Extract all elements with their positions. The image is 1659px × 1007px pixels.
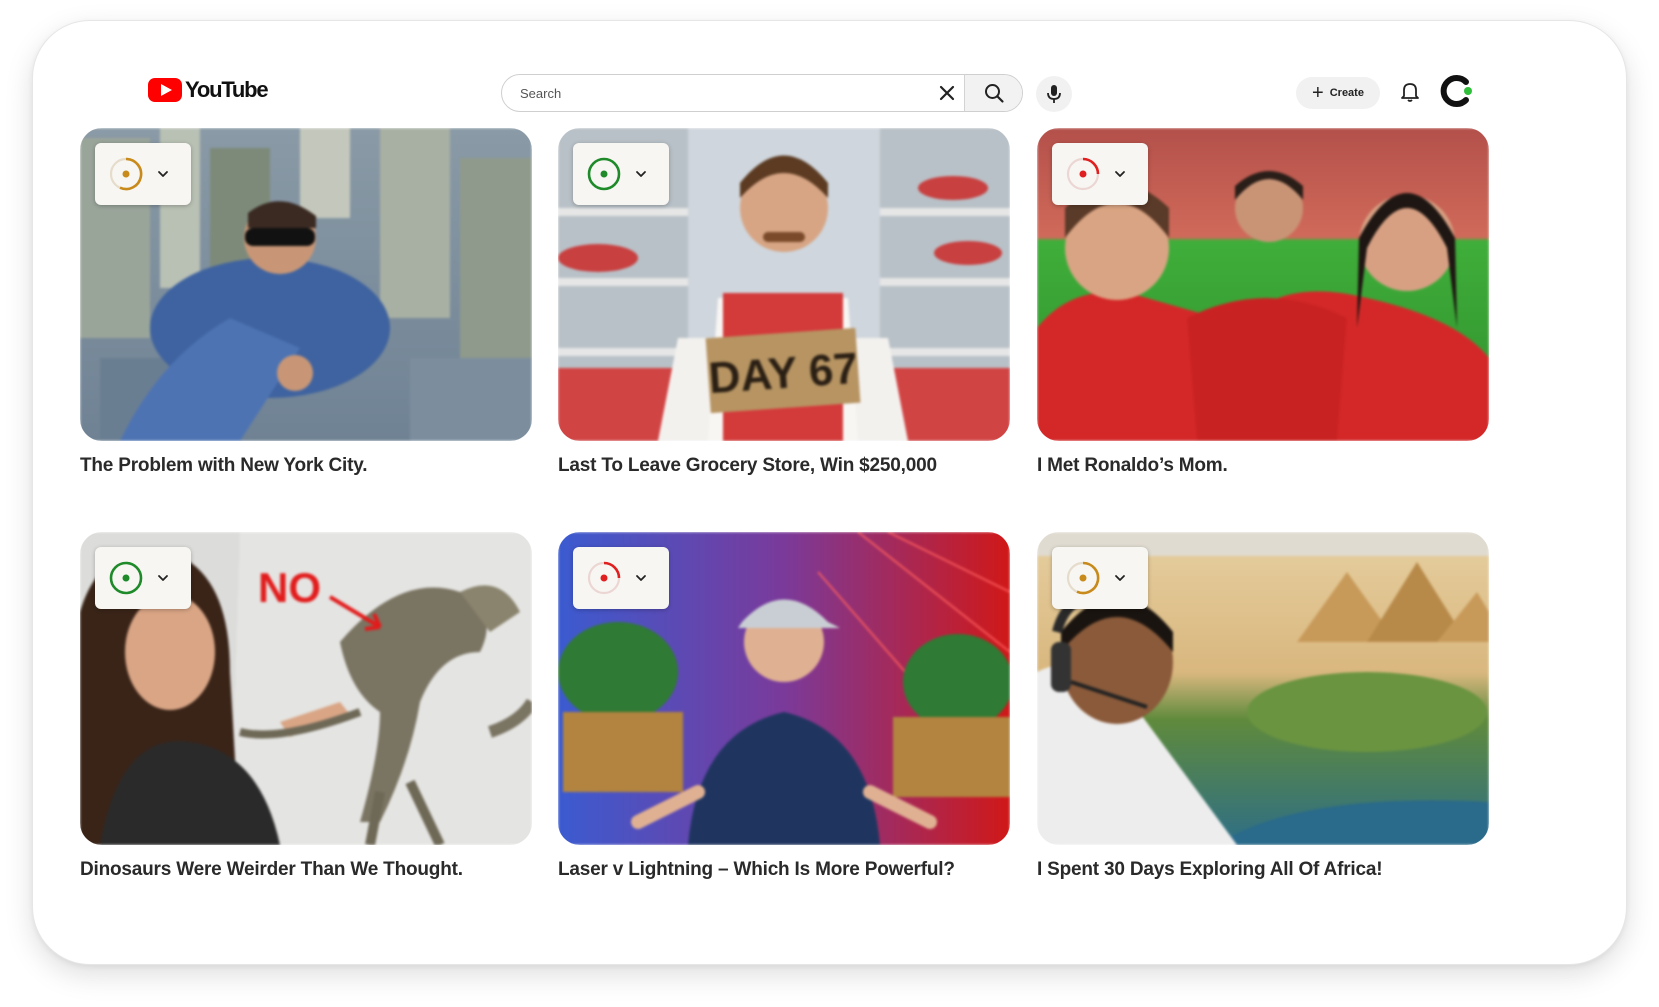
- plus-icon: +: [1312, 82, 1324, 104]
- green-ring-icon: [109, 561, 143, 595]
- search-bar: [501, 74, 1023, 112]
- screenshot-stage: YouTube + Create: [0, 0, 1659, 1007]
- video-title[interactable]: Last To Leave Grocery Store, Win $250,00…: [558, 455, 1010, 477]
- account-avatar[interactable]: [1438, 73, 1474, 109]
- amber-ring-icon: [109, 157, 143, 191]
- chevron-down-icon: [158, 575, 168, 581]
- video-card: Laser v Lightning – Which Is More Powerf…: [558, 532, 1010, 881]
- video-card: I Met Ronaldo’s Mom.: [1037, 128, 1489, 477]
- browser-window: YouTube + Create: [32, 20, 1627, 965]
- rating-dropdown[interactable]: [95, 143, 191, 205]
- red-ring-icon: [1066, 157, 1100, 191]
- rating-dropdown[interactable]: [573, 143, 669, 205]
- video-title[interactable]: The Problem with New York City.: [80, 455, 532, 477]
- search-button[interactable]: [964, 75, 1022, 111]
- microphone-icon: [1047, 85, 1061, 103]
- rating-dropdown[interactable]: [573, 547, 669, 609]
- youtube-play-icon: [148, 78, 182, 102]
- video-thumbnail[interactable]: [80, 128, 532, 441]
- search-icon: [984, 84, 1004, 103]
- video-card: The Problem with New York City.: [80, 128, 532, 477]
- video-thumbnail[interactable]: [1037, 128, 1489, 441]
- rating-dropdown[interactable]: [95, 547, 191, 609]
- chevron-down-icon: [158, 171, 168, 177]
- video-title[interactable]: I Spent 30 Days Exploring All Of Africa!: [1037, 859, 1489, 881]
- red-ring-icon: [587, 561, 621, 595]
- video-thumbnail[interactable]: [1037, 532, 1489, 845]
- chevron-down-icon: [636, 575, 646, 581]
- thumbnail-sign-text: DAY 67: [707, 344, 859, 403]
- video-thumbnail[interactable]: NO: [80, 532, 532, 845]
- bell-icon: [1401, 83, 1419, 102]
- create-button[interactable]: + Create: [1296, 77, 1380, 109]
- video-card: NO Dinosaurs Were Weirder Than We Though…: [80, 532, 532, 881]
- video-thumbnail[interactable]: [558, 532, 1010, 845]
- video-title[interactable]: Laser v Lightning – Which Is More Powerf…: [558, 859, 1010, 881]
- green-ring-icon: [587, 157, 621, 191]
- notifications-button[interactable]: [1396, 78, 1424, 106]
- video-title[interactable]: I Met Ronaldo’s Mom.: [1037, 455, 1489, 477]
- youtube-logo[interactable]: YouTube: [148, 77, 269, 103]
- video-title[interactable]: Dinosaurs Were Weirder Than We Thought.: [80, 859, 532, 881]
- voice-search-button[interactable]: [1036, 76, 1072, 112]
- rating-dropdown[interactable]: [1052, 143, 1148, 205]
- video-card: DAY 67 Last To Leave Grocery Store, Win …: [558, 128, 1010, 477]
- search-input[interactable]: [502, 75, 930, 111]
- create-label: Create: [1329, 87, 1364, 99]
- chevron-down-icon: [1115, 575, 1125, 581]
- amber-ring-icon: [1066, 561, 1100, 595]
- clear-icon[interactable]: [930, 75, 964, 111]
- video-card: I Spent 30 Days Exploring All Of Africa!: [1037, 532, 1489, 881]
- chevron-down-icon: [636, 171, 646, 177]
- rating-dropdown[interactable]: [1052, 547, 1148, 609]
- thumbnail-no-text: NO: [258, 564, 321, 611]
- chevron-down-icon: [1115, 171, 1125, 177]
- logo-text: YouTube: [185, 77, 269, 102]
- video-thumbnail[interactable]: DAY 67: [558, 128, 1010, 441]
